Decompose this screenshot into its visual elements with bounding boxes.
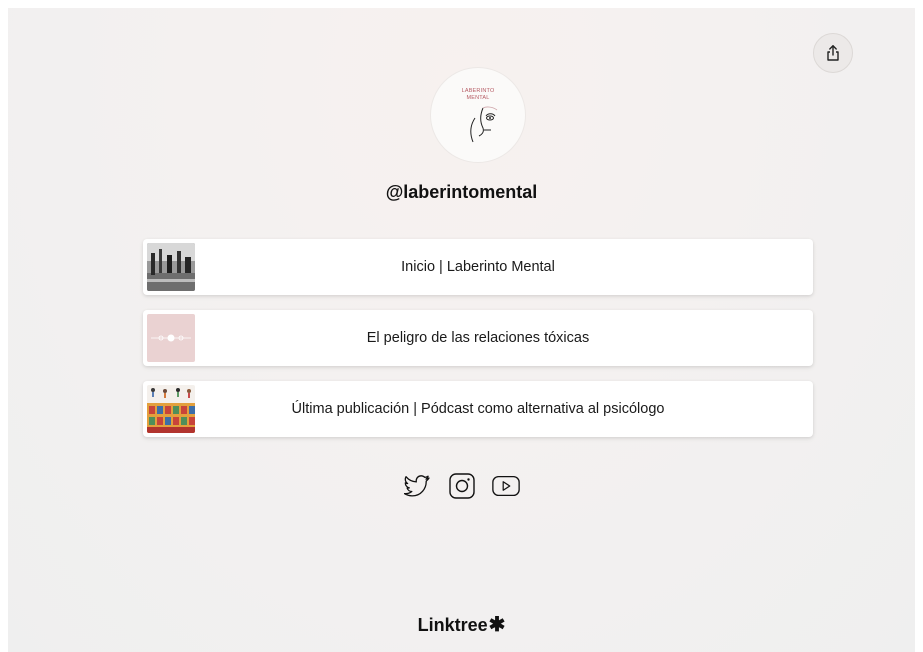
social-links (0, 471, 923, 501)
link-label: El peligro de las relaciones tóxicas (366, 330, 590, 346)
share-icon (827, 45, 839, 61)
face-line-art-icon (470, 106, 498, 143)
link-card-relaciones-toxicas[interactable]: El peligro de las relaciones tóxicas (143, 310, 813, 366)
linktree-wordmark: Linktree (417, 615, 488, 635)
share-button[interactable] (813, 33, 853, 73)
link-label: Última publicación | Pódcast como altern… (291, 401, 665, 417)
profile-avatar: LABERINTO MENTAL (430, 67, 526, 163)
link-card-inicio[interactable]: Inicio | Laberinto Mental (143, 239, 813, 295)
instagram-icon[interactable] (447, 471, 477, 501)
link-label: Inicio | Laberinto Mental (401, 259, 555, 275)
street-photo-thumbnail (147, 243, 195, 291)
people-illustration-thumbnail (147, 385, 195, 433)
profile-handle: @laberintomental (385, 182, 538, 202)
twitter-icon[interactable] (403, 471, 433, 501)
pink-graphic-thumbnail (147, 314, 195, 362)
youtube-icon[interactable] (491, 471, 521, 501)
link-card-ultima-publicacion[interactable]: Última publicación | Pódcast como altern… (143, 381, 813, 437)
linktree-logo[interactable]: Linktree✱ (0, 612, 923, 637)
linktree-asterisk-icon: ✱ (488, 614, 506, 636)
